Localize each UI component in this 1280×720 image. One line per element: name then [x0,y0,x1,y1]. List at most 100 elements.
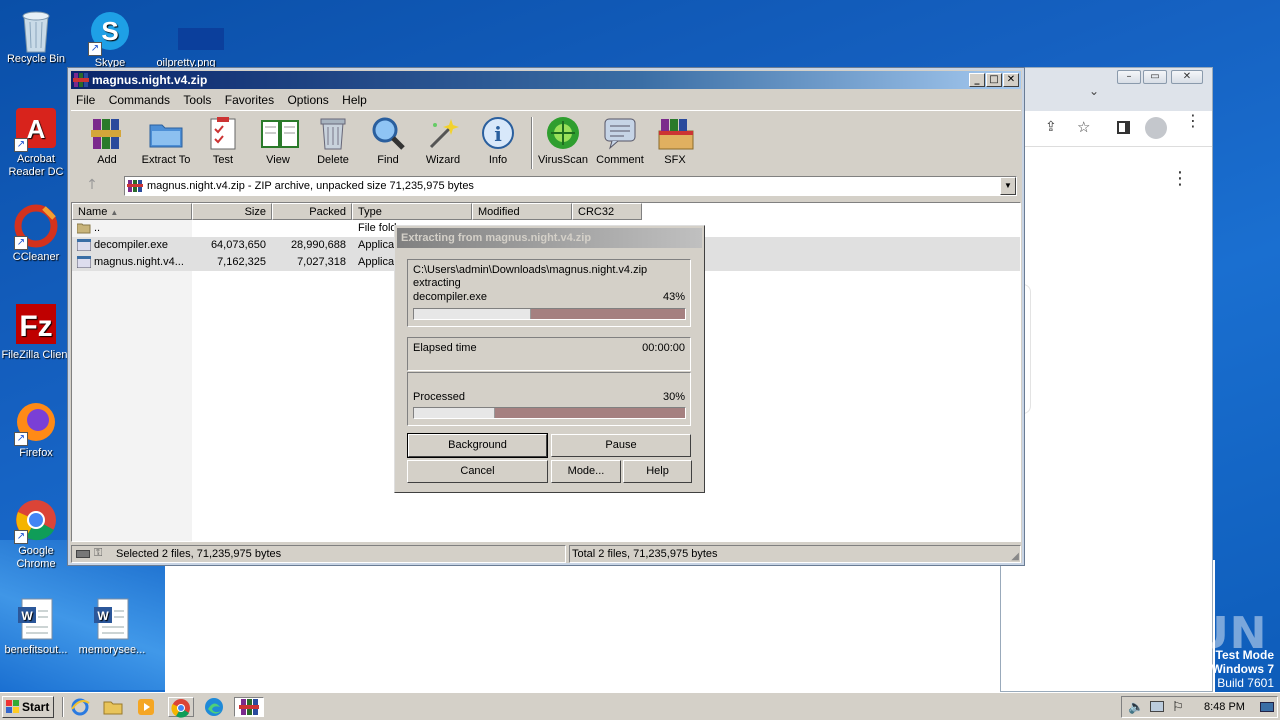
share-icon[interactable]: ⇪ [1045,119,1057,135]
chevron-down-icon[interactable]: ⌄ [1089,84,1099,98]
word-document-icon: W [90,597,134,641]
desktop-icon-acrobat[interactable]: A ↗ Acrobat Reader DC [0,106,74,179]
maximize-icon[interactable]: ▭ [1143,70,1167,84]
wizard-button[interactable]: Wizard [414,115,472,166]
minimize-button[interactable]: _ [969,73,985,87]
column-packed-label: Packed [309,206,346,218]
file-packed: 7,027,318 [297,256,346,268]
total-progress-fill [414,408,496,418]
archive-path-field[interactable]: magnus.night.v4.zip - ZIP archive, unpac… [124,176,1017,196]
wizard-icon [425,115,461,151]
desktop-icon-chrome[interactable]: ↗ Google Chrome [0,498,74,571]
chrome-window[interactable]: – ▭ ✕ ⌄ ⇪ ☆ ⋮ ⋮ [997,67,1213,692]
mode-button[interactable]: Mode... [551,460,621,483]
explorer-icon[interactable] [103,697,125,717]
dropdown-arrow-icon[interactable]: ▼ [1000,177,1016,195]
status-bar: ⚿ Selected 2 files, 71,235,975 bytes Tot… [71,545,1021,564]
flag-icon[interactable]: ⚐ [1172,699,1184,715]
star-icon[interactable]: ☆ [1077,118,1090,136]
desktop-icon-filezilla[interactable]: Fz FileZilla Client [0,302,74,362]
page-menu-icon[interactable]: ⋮ [1171,168,1189,189]
column-header-crc32[interactable]: CRC32 [572,203,642,220]
test-button[interactable]: Test [194,115,252,166]
network-icon[interactable] [1150,701,1164,712]
desktop-icon-ccleaner[interactable]: ↗ CCleaner [0,204,74,264]
extract-to-button[interactable]: Extract To [137,115,195,166]
comment-button[interactable]: Comment [591,115,649,166]
menu-commands[interactable]: Commands [104,90,175,107]
dialog-title[interactable]: Extracting from magnus.night.v4.zip [397,228,702,248]
elapsed-group: Elapsed time 00:00:00 [407,337,691,371]
delete-icon [315,115,351,151]
column-header-size[interactable]: Size [192,203,272,220]
clock[interactable]: 8:48 PM [1204,701,1245,713]
shortcut-arrow-icon: ↗ [14,138,28,152]
info-button[interactable]: i Info [469,115,527,166]
menu-icon[interactable]: ⋮ [1185,113,1201,129]
close-icon[interactable]: ✕ [1171,70,1203,84]
menu-help[interactable]: Help [337,90,372,107]
menu-options[interactable]: Options [282,90,333,107]
volume-icon[interactable]: 🔈 [1128,699,1144,715]
file-type: Applicat [358,239,398,251]
edge-icon[interactable] [204,697,226,717]
view-button[interactable]: View [249,115,307,166]
maximize-button[interactable]: □ [986,73,1002,87]
cancel-button[interactable]: Cancel [407,460,548,483]
column-name-label: Name [78,206,108,218]
pause-button[interactable]: Pause [551,434,691,457]
current-file-name: decompiler.exe [413,291,487,303]
acrobat-icon: A ↗ [14,106,58,152]
menu-file[interactable]: File [71,90,100,107]
chrome-taskbar-icon[interactable] [168,697,194,718]
test-mode-line3: Build 7601 [1217,676,1274,690]
desktop-icon-memorysee[interactable]: W memorysee... [74,597,150,657]
column-header-name[interactable]: Name ▲ [72,203,192,220]
tool-label: Test [212,154,234,166]
up-arrow-icon[interactable]: ↑ [79,177,105,195]
menu-bar: File Commands Tools Favorites Options He… [71,90,1021,109]
sfx-button[interactable]: SFX [646,115,704,166]
key-icon: ⚿ [94,547,103,559]
winrar-titlebar[interactable]: magnus.night.v4.zip _ □ ✕ [71,71,1021,89]
add-button[interactable]: Add [78,115,136,166]
virusscan-button[interactable]: VirusScan [534,115,592,166]
extract-progress-dialog[interactable]: Extracting from magnus.night.v4.zip C:\U… [394,225,705,493]
shortcut-arrow-icon: ↗ [14,530,28,544]
windows-logo-icon [6,700,20,714]
sidepanel-icon[interactable] [1117,121,1130,134]
desktop-icon-firefox[interactable]: ↗ Firefox [0,400,74,460]
shortcut-arrow-icon: ↗ [14,432,28,446]
column-header-type[interactable]: Type [352,203,472,220]
delete-button[interactable]: Delete [304,115,362,166]
desktop-icon-skype[interactable]: S ↗ Skype [72,10,148,70]
file-size: 7,162,325 [217,256,266,268]
winrar-taskbar-icon[interactable] [234,697,264,717]
column-header-packed[interactable]: Packed [272,203,352,220]
media-player-icon[interactable] [136,697,158,717]
menu-favorites[interactable]: Favorites [220,90,279,107]
resize-grip-icon[interactable]: ◢ [1011,551,1019,562]
help-button[interactable]: Help [623,460,692,483]
avatar[interactable] [1145,117,1167,139]
exe-file-icon [76,255,92,269]
column-header-modified[interactable]: Modified [472,203,572,220]
minimize-icon[interactable]: – [1117,70,1141,84]
menu-tools[interactable]: Tools [178,90,216,107]
desktop-icon-recycle-bin[interactable]: Recycle Bin [0,6,74,66]
close-button[interactable]: ✕ [1003,73,1019,87]
processed-percent: 30% [662,391,685,403]
desktop-icon-oilpretty[interactable]: oilpretty.png [148,10,224,70]
archive-path-text: magnus.night.v4.zip - ZIP archive, unpac… [147,180,474,192]
find-button[interactable]: Find [359,115,417,166]
start-button[interactable]: Start [2,696,54,718]
start-label: Start [22,700,50,714]
background-button[interactable]: Background [407,433,548,458]
column-modified-label: Modified [478,206,520,218]
ie-icon[interactable] [70,697,92,717]
shortcut-arrow-icon: ↗ [14,236,28,250]
show-desktop-icon[interactable] [1260,702,1274,712]
desktop-icon-benefitsout[interactable]: W benefitsout... [0,597,74,657]
svg-text:A: A [27,114,46,144]
tool-label: Find [377,154,399,166]
